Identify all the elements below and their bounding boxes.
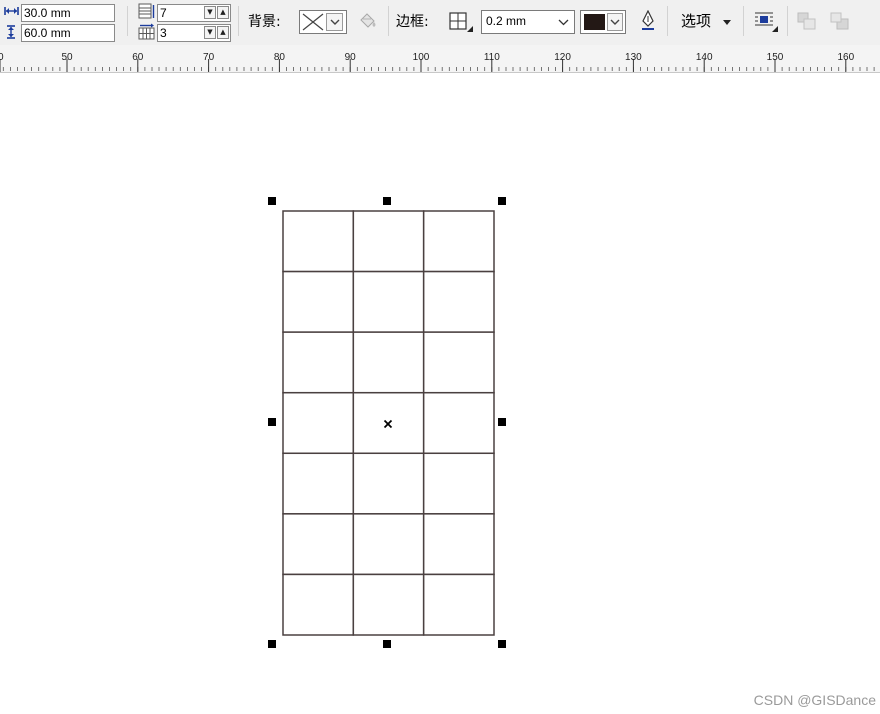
center-marker-icon[interactable] <box>383 419 393 429</box>
ruler-label: 150 <box>767 52 784 63</box>
ruler-label: 50 <box>61 52 73 63</box>
background-label: 背景: <box>248 14 281 30</box>
columns-spinner-up[interactable]: ▲ <box>217 26 229 39</box>
bring-forward-icon[interactable] <box>797 12 817 30</box>
table-columns-icon <box>138 23 155 40</box>
ruler-label: 70 <box>203 52 215 63</box>
toolbar-separator <box>388 6 389 36</box>
outline-pen-icon[interactable] <box>640 10 656 32</box>
selection-handle-top-left[interactable] <box>268 197 276 205</box>
selection-handle-middle-left[interactable] <box>268 418 276 426</box>
selection-handle-bottom-left[interactable] <box>268 640 276 648</box>
drawing-canvas[interactable]: CSDN @GISDance <box>0 73 880 714</box>
toolbar-separator <box>787 6 788 36</box>
chevron-down-icon <box>610 19 620 25</box>
horizontal-ruler[interactable]: 0 50 60 70 80 90 100 110 120 130 140 150 160 <box>0 45 880 73</box>
caret-down-icon <box>723 20 731 25</box>
table-cell[interactable] <box>352 210 425 273</box>
table-cell[interactable] <box>352 270 425 333</box>
ruler-label: 80 <box>274 52 286 63</box>
table-cell[interactable] <box>282 573 355 636</box>
ruler-label: 90 <box>345 52 357 63</box>
table-rows-icon <box>138 3 155 19</box>
selection-handle-top-middle[interactable] <box>383 197 391 205</box>
height-field[interactable]: 60.0 mm <box>21 24 115 42</box>
property-bar: 30.0 mm 60.0 mm 7 ▼ ▲ 3 ▼ ▲ 背景: 边框: 0.2 … <box>0 0 880 45</box>
options-label: 选项 <box>681 12 712 30</box>
table-cell[interactable] <box>282 210 355 273</box>
border-label: 边框: <box>396 14 429 30</box>
ruler-scale: 0 50 60 70 80 90 100 110 120 130 140 150 160 <box>0 52 875 72</box>
border-select-icon[interactable] <box>448 10 474 34</box>
table-cell[interactable] <box>282 331 355 394</box>
table-cell[interactable] <box>282 513 355 576</box>
ruler-label: 100 <box>413 52 430 63</box>
table-cell[interactable] <box>422 573 495 636</box>
border-color-picker[interactable] <box>580 10 626 34</box>
table-cell[interactable] <box>422 391 495 455</box>
columns-spinner-down[interactable]: ▼ <box>204 26 216 39</box>
options-menu-button[interactable]: 选项 <box>680 11 734 33</box>
ruler-label: 120 <box>554 52 571 63</box>
toolbar-separator <box>127 6 128 36</box>
table-cell[interactable] <box>282 270 355 333</box>
ruler-label: 0 <box>0 52 4 63</box>
height-arrow-icon <box>7 25 15 39</box>
ruler-label: 60 <box>132 52 144 63</box>
table-cell[interactable] <box>282 391 355 455</box>
ruler-label: 110 <box>484 52 500 63</box>
ruler-label: 130 <box>625 52 642 63</box>
border-color-dropdown[interactable] <box>607 13 623 31</box>
table-cell[interactable] <box>422 331 495 394</box>
border-color-swatch <box>584 14 605 30</box>
table-cell[interactable] <box>282 452 355 515</box>
table-object[interactable] <box>0 73 880 714</box>
table-cell[interactable] <box>352 573 425 636</box>
ruler-label: 160 <box>837 52 854 63</box>
selection-handle-top-right[interactable] <box>498 197 506 205</box>
toolbar-separator <box>238 6 239 36</box>
chevron-down-icon <box>558 19 569 26</box>
chevron-down-icon <box>330 19 340 25</box>
no-fill-icon <box>302 13 324 31</box>
background-dropdown[interactable] <box>326 13 343 31</box>
table-cell[interactable] <box>422 513 495 576</box>
border-width-value: 0.2 mm <box>486 14 527 28</box>
watermark: CSDN @GISDance <box>753 692 876 708</box>
rows-spinner-down[interactable]: ▼ <box>204 6 216 19</box>
border-width-select[interactable]: 0.2 mm <box>481 10 575 34</box>
selection-handle-bottom-right[interactable] <box>498 640 506 648</box>
table-cell[interactable] <box>352 452 425 515</box>
toolbar-separator <box>743 6 744 36</box>
width-arrow-icon <box>4 7 19 15</box>
selection-handle-middle-right[interactable] <box>498 418 506 426</box>
ruler-label: 140 <box>696 52 713 63</box>
table-cell[interactable] <box>422 270 495 333</box>
rows-spinner-up[interactable]: ▲ <box>217 6 229 19</box>
background-fill-picker[interactable] <box>299 10 347 34</box>
table-cell[interactable] <box>352 513 425 576</box>
toolbar-separator <box>667 6 668 36</box>
selection-handle-bottom-middle[interactable] <box>383 640 391 648</box>
send-backward-icon[interactable] <box>830 12 850 30</box>
paint-bucket-icon[interactable] <box>357 11 379 31</box>
table-cell[interactable] <box>352 331 425 394</box>
wrap-text-icon[interactable] <box>753 10 779 34</box>
table-cell[interactable] <box>422 210 495 273</box>
table-cell[interactable] <box>422 452 495 515</box>
width-field[interactable]: 30.0 mm <box>21 4 115 22</box>
